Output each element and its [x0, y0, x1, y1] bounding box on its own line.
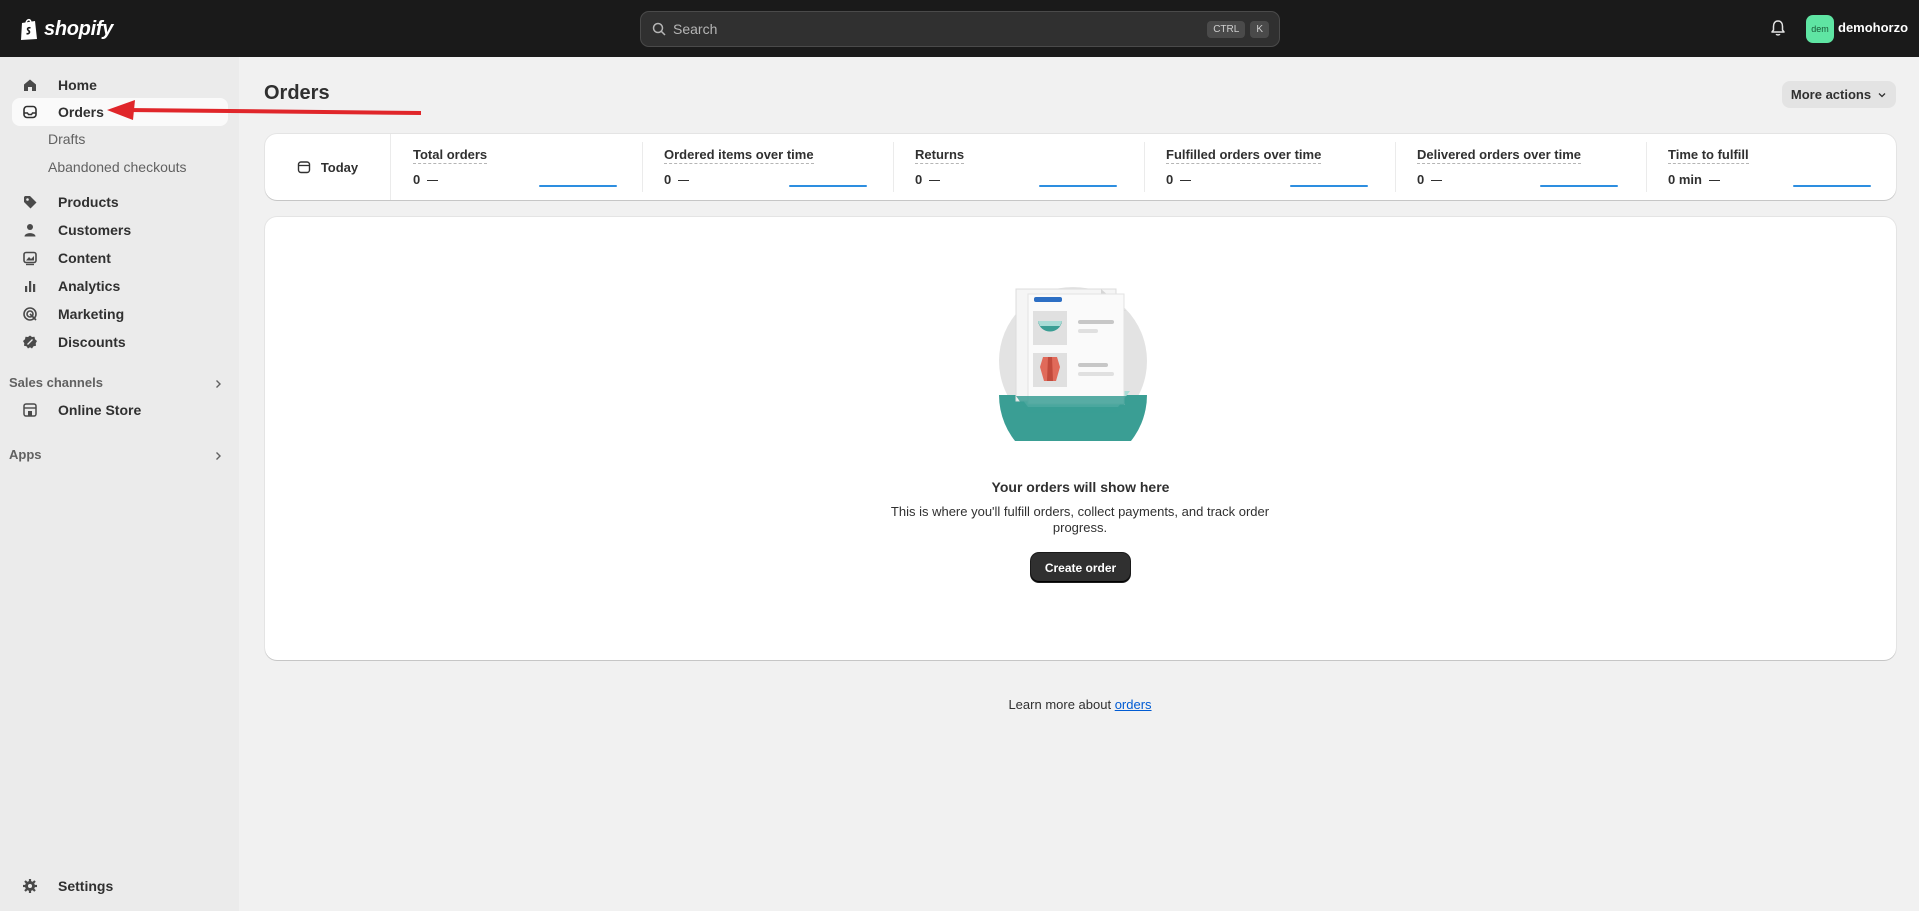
search-icon: [652, 22, 666, 36]
more-actions-button[interactable]: More actions: [1782, 81, 1896, 108]
top-bar: shopify Search CTRL K dem demohorzo: [0, 0, 1919, 57]
metric-value: 0 min: [1668, 172, 1720, 187]
sidebar-item-settings[interactable]: Settings: [12, 872, 228, 900]
metric-delivered-orders[interactable]: Delivered orders over time 0: [1395, 134, 1646, 200]
target-icon: [23, 307, 37, 321]
sidebar-item-label: Content: [58, 250, 111, 266]
sparkline: [789, 185, 867, 187]
shopify-bag-icon: [21, 18, 37, 40]
sidebar-item-label: Products: [58, 194, 119, 210]
sparkline: [1290, 185, 1368, 187]
metric-ordered-items[interactable]: Ordered items over time 0: [642, 134, 893, 200]
sidebar-item-label: Online Store: [58, 402, 142, 418]
sparkline: [1039, 185, 1117, 187]
metric-time-to-fulfill[interactable]: Time to fulfill 0 min: [1646, 134, 1896, 200]
shopify-logo[interactable]: shopify: [19, 15, 113, 43]
sidebar-item-label: Marketing: [58, 306, 125, 322]
person-icon: [24, 224, 36, 237]
chevron-down-icon: [1878, 92, 1886, 97]
metric-value: 0: [1417, 172, 1443, 187]
discount-icon: [23, 335, 37, 349]
apps-heading[interactable]: Apps: [9, 447, 42, 462]
sidebar-item-analytics[interactable]: Analytics: [12, 272, 228, 300]
search-placeholder: Search: [673, 21, 718, 37]
avatar[interactable]: dem: [1806, 15, 1834, 43]
create-order-button[interactable]: Create order: [1031, 553, 1130, 582]
metrics-bar: Today Total orders 0 Ordered items over …: [265, 134, 1896, 200]
orders-inbox-icon: [23, 105, 37, 119]
metric-fulfilled-orders[interactable]: Fulfilled orders over time 0: [1144, 134, 1395, 200]
chevron-right-icon[interactable]: [212, 450, 224, 462]
sidebar-subitem-abandoned-checkouts[interactable]: Abandoned checkouts: [48, 159, 187, 175]
empty-state-card: Your orders will show here This is where…: [265, 217, 1896, 660]
sidebar-item-label: Customers: [58, 222, 132, 238]
shortcut-key-ctrl: CTRL: [1207, 20, 1246, 38]
search-bar[interactable]: Search CTRL K: [640, 11, 1280, 47]
date-filter-label: Today: [320, 159, 359, 175]
metric-total-orders[interactable]: Total orders 0: [391, 134, 642, 200]
tag-icon: [24, 196, 37, 209]
sidebar-item-online-store[interactable]: Online Store: [12, 396, 228, 424]
sidebar-item-products[interactable]: Products: [12, 188, 228, 216]
content-icon: [23, 251, 37, 266]
annotation-arrow: [107, 100, 422, 120]
metric-label: Fulfilled orders over time: [1166, 147, 1322, 164]
metric-label: Delivered orders over time: [1417, 147, 1582, 164]
sidebar-item-label: Settings: [58, 878, 114, 894]
bar-chart-icon: [25, 281, 36, 292]
orders-help-link[interactable]: orders: [1115, 697, 1152, 712]
store-username[interactable]: demohorzo: [1838, 20, 1908, 35]
store-icon: [23, 403, 37, 417]
sidebar-item-customers[interactable]: Customers: [12, 216, 228, 244]
sparkline: [1540, 185, 1618, 187]
calendar-icon: [297, 161, 311, 174]
date-filter-button[interactable]: Today: [265, 134, 391, 200]
more-actions-label: More actions: [1790, 87, 1872, 102]
sidebar-item-label: Analytics: [58, 278, 121, 294]
orders-empty-illustration: [999, 287, 1147, 441]
sidebar-item-home[interactable]: Home: [12, 71, 228, 99]
metric-label: Total orders: [413, 147, 488, 164]
empty-state-title: Your orders will show here: [991, 479, 1170, 495]
metric-label: Returns: [915, 147, 965, 164]
notification-bell-icon[interactable]: [1768, 18, 1788, 38]
sidebar-item-content[interactable]: Content: [12, 244, 228, 272]
learn-more-text: Learn more about: [1008, 697, 1115, 712]
sidebar-item-label: Discounts: [58, 334, 126, 350]
empty-state-description: This is where you'll fulfill orders, col…: [890, 504, 1270, 535]
sales-channels-heading[interactable]: Sales channels: [9, 375, 103, 390]
chevron-right-icon[interactable]: [212, 378, 224, 390]
home-icon: [24, 79, 36, 91]
shortcut-key-k: K: [1250, 20, 1269, 38]
sparkline: [539, 185, 617, 187]
metric-returns[interactable]: Returns 0: [893, 134, 1144, 200]
sidebar-item-marketing[interactable]: Marketing: [12, 300, 228, 328]
metric-label: Time to fulfill: [1668, 147, 1749, 164]
sparkline: [1793, 185, 1871, 187]
metric-value: 0: [1166, 172, 1192, 187]
sidebar: Home Orders Drafts Abandoned checkouts P…: [0, 57, 239, 911]
metric-value: 0: [915, 172, 941, 187]
sidebar-item-discounts[interactable]: Discounts: [12, 328, 228, 356]
learn-more-footer: Learn more about orders: [0, 697, 1919, 712]
sidebar-subitem-drafts[interactable]: Drafts: [48, 131, 85, 147]
metric-value: 0: [413, 172, 439, 187]
brand-name: shopify: [44, 17, 114, 40]
metric-value: 0: [664, 172, 690, 187]
gear-icon: [23, 879, 37, 893]
sidebar-item-label: Home: [58, 77, 97, 93]
metric-label: Ordered items over time: [664, 147, 814, 164]
sidebar-item-label: Orders: [58, 104, 104, 120]
